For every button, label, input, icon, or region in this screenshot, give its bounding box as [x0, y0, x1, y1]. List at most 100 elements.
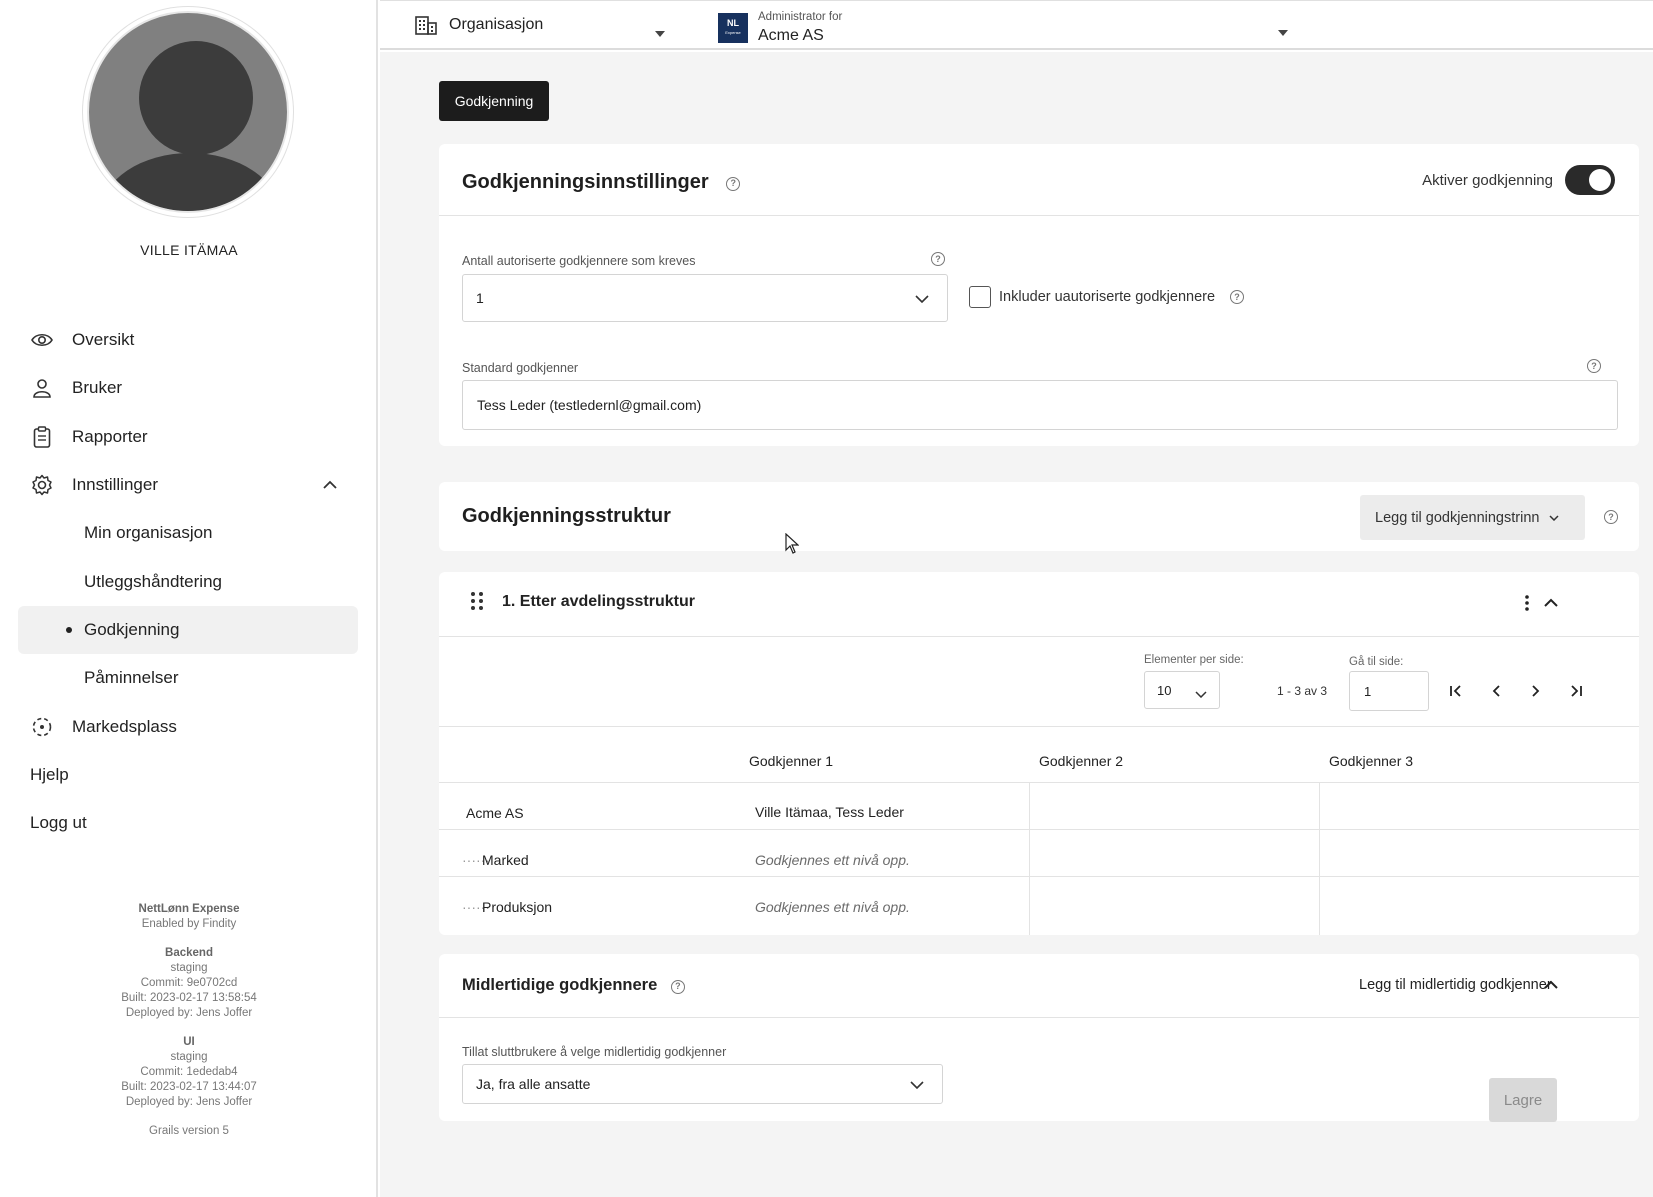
product-name: NettLønn Expense [138, 903, 240, 915]
sidebar-item-expense-handling[interactable]: Utleggshåndtering [18, 558, 358, 606]
card-title: Midlertidige godkjennere ? [462, 976, 685, 995]
collapse-icon[interactable] [1544, 976, 1558, 994]
sidebar-item-label: Logg ut [30, 813, 87, 832]
goto-page-label: Gå til side: [1349, 656, 1404, 668]
allow-temporary-label: Tillat sluttbrukere å velge midlertidig … [462, 1045, 727, 1059]
default-approver-input[interactable]: Tess Leder (testledernl@gmail.com) [462, 380, 1618, 430]
sidebar-item-label: Markedsplass [72, 717, 177, 736]
approval-structure-card: Godkjenningsstruktur Legg til godkjennin… [439, 482, 1639, 551]
ui-commit: Commit: 1ededab4 [140, 1066, 238, 1078]
column-header: Godkjenner 2 [1039, 753, 1124, 769]
table-row-name: Acme AS [466, 805, 524, 821]
caret-down-icon [655, 24, 665, 42]
sidebar-item-marketplace[interactable]: Markedsplass [18, 703, 358, 751]
sidebar-item-label: Innstillinger [72, 475, 158, 494]
avatar[interactable] [87, 11, 289, 213]
sidebar-item-label: Påminnelser [84, 668, 179, 687]
sidebar-item-logout[interactable]: Logg ut [18, 799, 358, 847]
sidebar-item-label: Utleggshåndtering [84, 572, 222, 591]
approval-step-card: 1. Etter avdelingsstruktur Elementer per… [439, 572, 1639, 935]
chevron-down-icon [910, 1076, 924, 1092]
backend-deployed: Deployed by: Jens Joffer [125, 1007, 253, 1019]
goto-page-input[interactable]: 1 [1349, 671, 1429, 711]
page-count: 1 - 3 av 3 [1277, 684, 1328, 698]
sidebar-item-label: Godkjenning [84, 620, 180, 639]
table-row-approver: Godkjennes ett nivå opp. [755, 899, 910, 915]
help-icon[interactable]: ? [1230, 290, 1244, 304]
logo-sub: Expense [725, 30, 741, 35]
caret-down-icon[interactable] [1278, 23, 1288, 41]
sidebar-item-user[interactable]: Bruker [18, 364, 358, 412]
next-page-icon[interactable] [1526, 681, 1546, 701]
add-temporary-approver-button[interactable]: Legg til midlertidig godkjenner [1359, 977, 1552, 993]
table-row-name: Produksjon [482, 899, 553, 915]
table-row-name: Marked [482, 852, 529, 868]
user-icon [30, 376, 54, 400]
tab-approval[interactable]: Godkjenning [439, 81, 549, 121]
collapse-icon[interactable] [1544, 594, 1558, 612]
approvers-count-label: Antall autoriserte godkjennere som kreve… [462, 254, 696, 268]
sidebar-item-reports[interactable]: Rapporter [18, 413, 358, 461]
version-info: NettLønn Expense Enabled by Findity Back… [0, 902, 378, 1139]
sidebar-item-label: Hjelp [30, 765, 69, 784]
sidebar-item-reminders[interactable]: Påminnelser [18, 654, 358, 702]
drag-handle-icon[interactable] [470, 591, 484, 616]
first-page-icon[interactable] [1446, 681, 1466, 701]
allow-temporary-select[interactable]: Ja, fra alle ansatte [462, 1064, 943, 1104]
enable-approval-toggle[interactable] [1565, 165, 1615, 195]
grails-version: Grails version 5 [149, 1125, 229, 1137]
sidebar: VILLE ITÄMAA Oversikt Bruker Rapporter I… [0, 0, 378, 1197]
chevron-down-icon [1549, 514, 1559, 521]
per-page-select[interactable]: 10 [1144, 671, 1220, 709]
temporary-approvers-card: Midlertidige godkjennere ? Legg til midl… [439, 954, 1639, 1121]
ui-built: Built: 2023-02-17 13:44:07 [121, 1081, 257, 1093]
per-page-label: Elementer per side: [1144, 654, 1244, 666]
add-approval-step-button[interactable]: Legg til godkjenningstrinn [1360, 495, 1585, 540]
ui-title: UI [183, 1036, 195, 1048]
previous-page-icon[interactable] [1486, 681, 1506, 701]
sidebar-item-overview[interactable]: Oversikt [18, 316, 358, 364]
admin-for-label: Administrator for [758, 11, 843, 23]
card-title: Godkjenningsinnstillinger ? [462, 171, 741, 194]
include-unauthorized-checkbox[interactable] [969, 286, 991, 308]
toggle-label: Aktiver godkjenning [1422, 172, 1553, 189]
organization-label: Organisasjon [449, 16, 544, 33]
save-button[interactable]: Lagre [1489, 1078, 1557, 1122]
company-logo: NL Expense [718, 13, 748, 43]
table-row-approver: Godkjennes ett nivå opp. [755, 852, 910, 868]
backend-env: staging [170, 962, 208, 974]
default-approver-label: Standard godkjenner [462, 361, 579, 375]
organization-select[interactable]: Organisasjon [415, 15, 665, 37]
sidebar-item-my-organization[interactable]: Min organisasjon [18, 509, 358, 557]
chevron-down-icon [915, 290, 929, 306]
help-icon[interactable]: ? [1587, 359, 1601, 373]
step-title: 1. Etter avdelingsstruktur [502, 593, 695, 610]
company-select[interactable]: Acme AS [758, 27, 824, 45]
help-icon[interactable]: ? [931, 252, 945, 266]
sidebar-item-approval[interactable]: Godkjenning [18, 606, 358, 654]
column-header: Godkjenner 1 [749, 753, 834, 769]
user-name: VILLE ITÄMAA [140, 242, 238, 258]
help-icon[interactable]: ? [670, 979, 685, 994]
more-options-icon[interactable] [1525, 595, 1529, 616]
main-content: Godkjenning Godkjenningsinnstillinger ? … [380, 52, 1653, 1197]
sidebar-item-label: Oversikt [72, 330, 135, 349]
sidebar-item-label: Bruker [72, 378, 123, 397]
last-page-icon[interactable] [1566, 681, 1586, 701]
mouse-cursor-icon [785, 532, 800, 560]
sidebar-item-settings[interactable]: Innstillinger [18, 461, 358, 509]
chevron-down-icon [1195, 686, 1207, 701]
approvers-count-select[interactable]: 1 [462, 274, 948, 322]
logo-text: NL [727, 18, 739, 28]
chevron-up-icon[interactable] [322, 475, 338, 495]
active-dot-icon [66, 627, 72, 633]
help-icon[interactable]: ? [1604, 510, 1618, 524]
help-icon[interactable]: ? [726, 176, 741, 191]
ui-env: staging [170, 1051, 208, 1063]
sidebar-item-help[interactable]: Hjelp [18, 751, 358, 799]
card-title: Godkjenningsstruktur [462, 505, 671, 527]
eye-icon [30, 328, 54, 352]
topbar: Organisasjon NL Expense Administrator fo… [380, 0, 1653, 50]
clipboard-icon [30, 425, 54, 449]
marketplace-icon [30, 715, 54, 739]
